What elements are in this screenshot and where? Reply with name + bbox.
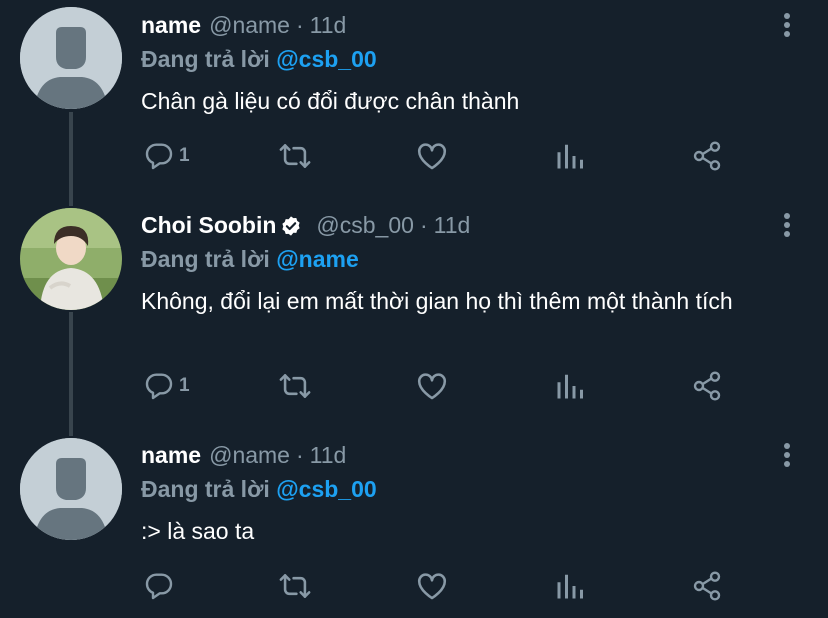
- tweet-3[interactable]: name @name · 11d Đang trả lời @csb_00 :>…: [0, 436, 828, 618]
- timestamp[interactable]: 11d: [434, 212, 471, 239]
- comment-icon: [145, 373, 173, 400]
- separator: ·: [295, 442, 304, 468]
- replying-to-label: Đang trả lời: [141, 476, 270, 502]
- comment-icon: [145, 143, 173, 170]
- reply-count: 1: [179, 375, 190, 396]
- share-button[interactable]: [691, 369, 723, 403]
- avatar[interactable]: [20, 438, 122, 540]
- more-vertical-icon: [784, 13, 790, 37]
- more-menu-button[interactable]: [776, 440, 798, 470]
- tweet-header: name @name · 11d: [141, 12, 346, 39]
- tweet-text: :> là sao ta: [141, 518, 255, 544]
- tweet-header: Choi Soobin @csb_00 · 11d: [141, 212, 470, 239]
- tweet-2[interactable]: Choi Soobin @csb_00 · 11d Đang trả lời @…: [0, 206, 828, 436]
- heart-icon: [417, 573, 447, 600]
- avatar[interactable]: [20, 7, 122, 109]
- reply-count: 1: [179, 145, 190, 166]
- reply-button[interactable]: [143, 569, 179, 603]
- retweet-button[interactable]: [278, 569, 312, 603]
- like-button[interactable]: [415, 139, 449, 173]
- avatar[interactable]: [20, 208, 122, 310]
- timestamp[interactable]: 11d: [310, 12, 347, 39]
- display-name[interactable]: name: [141, 442, 201, 469]
- display-name[interactable]: name: [141, 12, 201, 39]
- reply-mention-link[interactable]: @csb_00: [276, 476, 376, 502]
- reply-mention-link[interactable]: @name: [276, 246, 359, 272]
- tweet-text: Không, đổi lại em mất thời gian họ thì t…: [141, 288, 733, 314]
- tweet-actions: 1: [141, 369, 741, 403]
- replying-to: Đang trả lời @csb_00: [141, 46, 377, 73]
- default-avatar-icon: [20, 7, 122, 109]
- replying-to-label: Đang trả lời: [141, 46, 270, 72]
- retweet-icon: [279, 374, 311, 398]
- more-vertical-icon: [784, 213, 790, 237]
- more-menu-button[interactable]: [776, 210, 798, 240]
- tweet-1[interactable]: name @name · 11d Đang trả lời @csb_00 Ch…: [0, 0, 828, 206]
- separator: ·: [295, 12, 304, 38]
- comment-icon: [145, 573, 173, 600]
- heart-icon: [417, 143, 447, 170]
- share-icon: [693, 571, 721, 601]
- like-button[interactable]: [415, 369, 449, 403]
- handle[interactable]: @name: [209, 12, 290, 39]
- analytics-button[interactable]: [555, 369, 585, 403]
- verified-badge-icon: [280, 215, 302, 237]
- heart-icon: [417, 373, 447, 400]
- analytics-icon: [557, 374, 583, 399]
- retweet-button[interactable]: [278, 369, 312, 403]
- tweet-text: Chân gà liệu có đổi được chân thành: [141, 88, 520, 114]
- tweet-actions: 1: [141, 139, 741, 173]
- separator: ·: [419, 212, 428, 238]
- replying-to: Đang trả lời @csb_00: [141, 476, 377, 503]
- reply-button[interactable]: 1: [143, 139, 190, 173]
- share-icon: [693, 141, 721, 171]
- analytics-icon: [557, 144, 583, 169]
- reply-mention-link[interactable]: @csb_00: [276, 46, 376, 72]
- retweet-icon: [279, 144, 311, 168]
- reply-button[interactable]: 1: [143, 369, 190, 403]
- timestamp[interactable]: 11d: [310, 442, 347, 469]
- default-avatar-icon: [20, 438, 122, 540]
- share-button[interactable]: [691, 569, 723, 603]
- tweet-header: name @name · 11d: [141, 442, 346, 469]
- display-name[interactable]: Choi Soobin: [141, 212, 276, 239]
- share-icon: [693, 371, 721, 401]
- retweet-button[interactable]: [278, 139, 312, 173]
- profile-photo: [20, 208, 122, 310]
- like-button[interactable]: [415, 569, 449, 603]
- reply-thread: name @name · 11d Đang trả lời @csb_00 Ch…: [0, 0, 828, 618]
- retweet-icon: [279, 574, 311, 598]
- analytics-button[interactable]: [555, 139, 585, 173]
- more-menu-button[interactable]: [776, 10, 798, 40]
- analytics-button[interactable]: [555, 569, 585, 603]
- share-button[interactable]: [691, 139, 723, 173]
- replying-to: Đang trả lời @name: [141, 246, 359, 273]
- replying-to-label: Đang trả lời: [141, 246, 270, 272]
- analytics-icon: [557, 574, 583, 599]
- more-vertical-icon: [784, 443, 790, 467]
- handle[interactable]: @name: [209, 442, 290, 469]
- tweet-actions: [141, 569, 741, 603]
- handle[interactable]: @csb_00: [316, 212, 414, 239]
